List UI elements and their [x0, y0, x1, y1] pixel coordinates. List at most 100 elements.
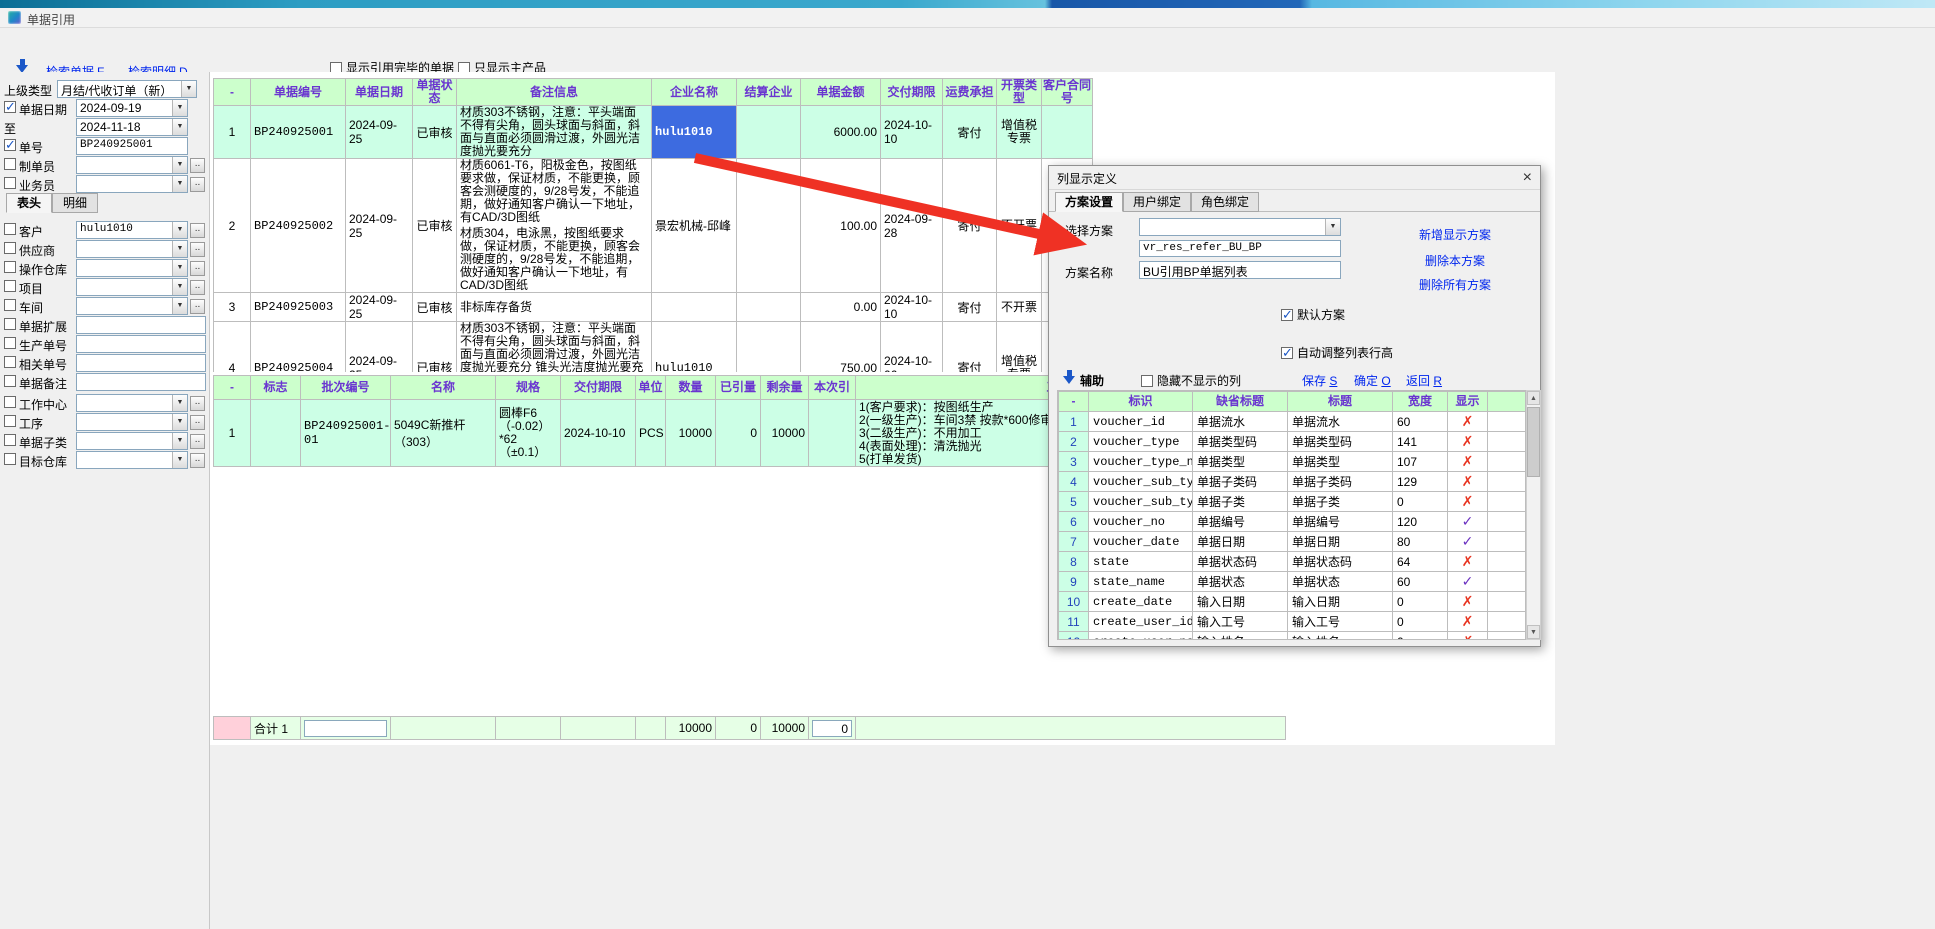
cell-default-title[interactable]: 单据子类 [1193, 492, 1288, 512]
cell-title[interactable]: 单据子类码 [1288, 472, 1393, 492]
scroll-down-icon[interactable]: ▼ [1527, 625, 1540, 639]
col-header-qty[interactable]: 数量 [666, 376, 716, 400]
cell-default-title[interactable]: 单据类型 [1193, 452, 1288, 472]
voucher-no-input[interactable]: BP240925001 [76, 137, 188, 155]
cell-default-title[interactable]: 单据状态码 [1193, 552, 1288, 572]
cell-field-id[interactable]: voucher_sub_type [1089, 472, 1193, 492]
scrollbar-thumb[interactable] [1527, 407, 1540, 477]
cell-voucher-no[interactable]: BP240925004 [251, 322, 346, 373]
cell-contract[interactable] [1042, 106, 1093, 159]
table-row[interactable]: 8state单据状态码单据状态码64✗ [1059, 552, 1526, 572]
col-header-settle[interactable]: 结算企业 [737, 79, 801, 106]
chevron-down-icon[interactable]: ▼ [181, 81, 196, 97]
plan-select[interactable]: ▼ [1139, 218, 1341, 236]
cell-field-id[interactable]: create_user_id [1089, 612, 1193, 632]
delete-all-plans-link[interactable]: 删除所有方案 [1419, 276, 1491, 293]
target-warehouse-checkbox[interactable] [4, 453, 16, 465]
assist-button[interactable]: 辅助 [1080, 372, 1104, 389]
close-icon[interactable]: × [1523, 168, 1532, 188]
cell-freight[interactable]: 寄付 [943, 159, 997, 293]
table-row[interactable]: 2 BP240925002 2024-09-25 已审核 材质6061-T6，阳… [214, 159, 1093, 293]
cell-show[interactable]: ✗ [1448, 632, 1488, 641]
cell-show[interactable]: ✗ [1448, 432, 1488, 452]
customer-more-button[interactable]: .. [190, 223, 205, 238]
save-button[interactable]: 保存 S [1302, 372, 1337, 389]
project-select[interactable]: ▼ [76, 278, 188, 296]
show-mark[interactable]: ✗ [1462, 553, 1474, 569]
process-checkbox[interactable] [4, 415, 16, 427]
col-header-used[interactable]: 已引量 [716, 376, 761, 400]
col-header-voucher-no[interactable]: 单据编号 [251, 79, 346, 106]
cell-voucher-no[interactable]: BP240925001 [251, 106, 346, 159]
process-more-button[interactable]: .. [190, 415, 205, 430]
work-center-checkbox[interactable] [4, 396, 16, 408]
col-header-field-id[interactable]: 标识 [1089, 392, 1193, 412]
ok-button[interactable]: 确定 O [1354, 372, 1391, 389]
collapse-arrow-icon[interactable] [16, 59, 29, 73]
customer-select[interactable]: hulu1010▼ [76, 221, 188, 239]
cell-title[interactable]: 单据日期 [1288, 532, 1393, 552]
cell-title[interactable]: 单据类型 [1288, 452, 1393, 472]
cell-remark[interactable]: 材质303不锈钢，注意：平头端面不得有尖角，圆头球面与斜面，斜面与直面必须圆滑过… [457, 322, 652, 373]
cell-width[interactable]: 60 [1393, 572, 1448, 592]
chevron-down-icon[interactable]: ▼ [172, 433, 187, 449]
cell-title[interactable]: 输入姓名 [1288, 632, 1393, 641]
show-mark[interactable]: ✗ [1462, 493, 1474, 509]
voucher-remark-input[interactable] [76, 373, 206, 391]
col-header-show[interactable]: 显示 [1448, 392, 1488, 412]
cell-batch-no[interactable]: BP240925001-01 [301, 400, 391, 467]
cell-voucher-no[interactable]: BP240925003 [251, 293, 346, 322]
date-from-picker[interactable]: 2024-09-19▼ [76, 99, 188, 117]
workshop-more-button[interactable]: .. [190, 299, 205, 314]
voucher-date-checkbox[interactable] [4, 101, 16, 113]
cell-width[interactable]: 0 [1393, 492, 1448, 512]
prod-no-input[interactable] [76, 335, 206, 353]
table-row[interactable]: 1voucher_id单据流水单据流水60✗ [1059, 412, 1526, 432]
default-plan-checkbox[interactable]: 默认方案 [1281, 306, 1345, 323]
cell-width[interactable]: 0 [1393, 632, 1448, 641]
cell-rownum[interactable]: 4 [214, 322, 251, 373]
cell-default-title[interactable]: 单据子类码 [1193, 472, 1288, 492]
cell-freight[interactable]: 寄付 [943, 322, 997, 373]
cell-date[interactable]: 2024-09-25 [346, 106, 413, 159]
cell-invoice[interactable]: 不开票 [997, 159, 1042, 293]
workshop-select[interactable]: ▼ [76, 297, 188, 315]
dialog-table-scrollbar[interactable]: ▲ ▼ [1526, 390, 1541, 640]
hide-invisible-checkbox[interactable]: 隐藏不显示的列 [1141, 372, 1241, 389]
cell-rownum[interactable]: 11 [1059, 612, 1089, 632]
cell-remain[interactable]: 10000 [761, 400, 809, 467]
salesman-select[interactable]: ▼ [76, 175, 188, 193]
target-warehouse-select[interactable]: ▼ [76, 451, 188, 469]
tab-role-binding[interactable]: 角色绑定 [1191, 192, 1259, 212]
work-center-select[interactable]: ▼ [76, 394, 188, 412]
col-header-this-ref[interactable]: 本次引 [809, 376, 856, 400]
auto-row-height-checkbox[interactable]: 自动调整列表行高 [1281, 344, 1393, 361]
cell-rownum[interactable]: 2 [214, 159, 251, 293]
assist-arrow-icon[interactable] [1063, 370, 1076, 384]
plan-name-input[interactable]: BU引用BP单据列表 [1139, 261, 1341, 279]
col-header-name[interactable]: 名称 [391, 376, 496, 400]
col-header-invoice[interactable]: 开票类型 [997, 79, 1042, 106]
tab-user-binding[interactable]: 用户绑定 [1123, 192, 1191, 212]
supplier-checkbox[interactable] [4, 242, 16, 254]
cell-show[interactable]: ✓ [1448, 572, 1488, 592]
table-row[interactable]: 9state_name单据状态单据状态60✓ [1059, 572, 1526, 592]
col-header-rownum[interactable]: - [1059, 392, 1089, 412]
cell-this-ref[interactable] [809, 400, 856, 467]
cell-deadline[interactable]: 2024-10-10 [881, 293, 943, 322]
cell-company[interactable]: hulu1010 [652, 322, 737, 373]
cell-width[interactable]: 120 [1393, 512, 1448, 532]
col-header-batch-no[interactable]: 批次编号 [301, 376, 391, 400]
cell-deadline[interactable]: 2024-10-10 [561, 400, 636, 467]
voucher-ext-input[interactable] [76, 316, 206, 334]
cell-width[interactable]: 0 [1393, 592, 1448, 612]
table-row[interactable]: 6voucher_no单据编号单据编号120✓ [1059, 512, 1526, 532]
cell-date[interactable]: 2024-09-25 [346, 322, 413, 373]
chevron-down-icon[interactable]: ▼ [172, 414, 187, 430]
cell-show[interactable]: ✗ [1448, 452, 1488, 472]
cell-rownum[interactable]: 3 [214, 293, 251, 322]
cell-rownum[interactable]: 4 [1059, 472, 1089, 492]
op-warehouse-checkbox[interactable] [4, 261, 16, 273]
cell-freight[interactable]: 寄付 [943, 293, 997, 322]
cell-company[interactable] [652, 293, 737, 322]
